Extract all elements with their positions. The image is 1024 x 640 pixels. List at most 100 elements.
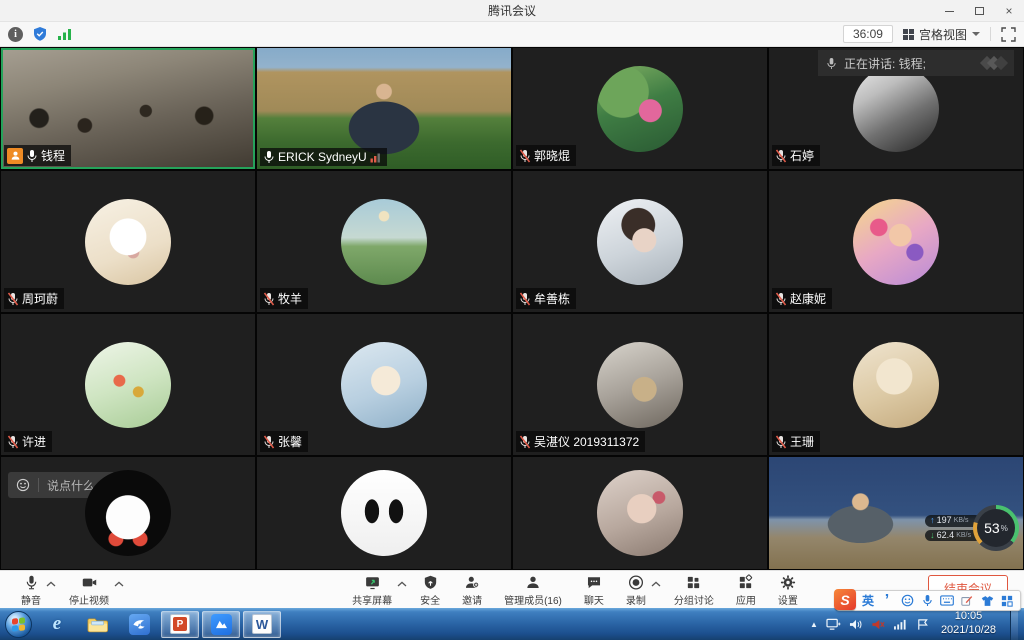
participant-tile[interactable]: 郭晓焜 xyxy=(512,47,768,170)
speaker-mic-icon xyxy=(826,57,837,70)
breakout-rooms-label: 分组讨论 xyxy=(674,592,714,607)
tencent-meeting-icon xyxy=(211,614,232,635)
punctuation-icon[interactable]: ’ xyxy=(880,592,894,610)
participant-name-label: 钱程 xyxy=(4,145,71,166)
emoji-icon[interactable] xyxy=(900,594,914,607)
participant-avatar xyxy=(853,66,939,152)
close-button[interactable]: × xyxy=(994,0,1024,22)
participant-tile[interactable]: ↑197KB/s↓62.4KB/s53% xyxy=(768,456,1024,570)
toolbar-center-group: 共享屏幕 安全 邀请 xyxy=(341,572,809,608)
participant-name: 郭晓焜 xyxy=(534,147,570,164)
layout-view-button[interactable]: 宫格视图 xyxy=(903,26,980,43)
mute-button[interactable]: 静音 xyxy=(10,572,52,608)
participant-avatar xyxy=(85,342,171,428)
participant-name: 吴湛仪 2019311372 xyxy=(534,433,639,450)
sogou-logo-icon[interactable]: S xyxy=(834,589,856,610)
start-button[interactable] xyxy=(5,611,32,638)
participant-tile[interactable]: 王珊 xyxy=(768,313,1024,456)
soft-keyboard-icon[interactable] xyxy=(940,595,954,606)
mute-label: 静音 xyxy=(21,592,41,607)
invite-button[interactable]: 邀请 xyxy=(451,572,493,608)
show-desktop-button[interactable] xyxy=(1010,608,1018,640)
toolbox-grid-icon[interactable] xyxy=(1000,595,1014,607)
participant-name-label: ERICK SydneyU xyxy=(260,148,387,166)
apps-button[interactable]: 应用 xyxy=(725,572,767,608)
action-center-flag-icon[interactable] xyxy=(916,618,929,631)
stop-video-button[interactable]: 停止视频 xyxy=(58,572,120,608)
participant-tile[interactable]: 赵康妮 xyxy=(768,170,1024,313)
participant-tile[interactable]: 钱程 xyxy=(0,47,256,170)
volume-icon[interactable] xyxy=(849,618,863,631)
taskbar-apps: e P W xyxy=(38,611,281,638)
active-speaker-banner: 正在讲话: 钱程; xyxy=(818,50,1014,76)
manage-members-button[interactable]: 管理成员(16) xyxy=(493,572,573,608)
participant-tile[interactable]: 吴湛仪 2019311372 xyxy=(512,313,768,456)
taskbar-powerpoint-button[interactable]: P xyxy=(161,611,199,638)
taskbar-explorer-button[interactable] xyxy=(79,611,117,638)
clock-date: 2021/10/28 xyxy=(941,624,996,638)
share-screen-button[interactable]: 共享屏幕 xyxy=(341,572,403,608)
toolbar-left-group: 静音 停止视频 xyxy=(10,572,126,608)
monitor-icon[interactable] xyxy=(826,618,841,631)
windows-taskbar: e P W xyxy=(0,608,1024,640)
participant-tile[interactable]: ERICK SydneyU xyxy=(256,47,512,170)
chat-button[interactable]: 聊天 xyxy=(573,572,615,608)
participant-tile[interactable] xyxy=(256,456,512,570)
system-tray: ▲ 10:05 2021/10/28 xyxy=(810,608,1022,640)
voice-input-icon[interactable] xyxy=(920,594,934,607)
maximize-button[interactable] xyxy=(964,0,994,22)
info-icon[interactable]: i xyxy=(8,27,23,42)
taskbar-tencent-meeting-button[interactable] xyxy=(202,611,240,638)
participant-name-label: 石婷 xyxy=(772,145,820,166)
participant-name: 赵康妮 xyxy=(790,290,826,307)
active-speaker-text: 正在讲话: 钱程; xyxy=(844,55,926,72)
share-screen-label: 共享屏幕 xyxy=(352,592,392,607)
window-title: 腾讯会议 xyxy=(488,2,536,19)
mic-muted-icon xyxy=(7,292,19,306)
emoji-smiley-icon xyxy=(16,478,30,492)
participant-name-label: 周珂蔚 xyxy=(4,288,64,309)
handwriting-icon[interactable] xyxy=(960,595,974,607)
settings-button[interactable]: 设置 xyxy=(767,572,809,608)
meeting-timer: 36:09 xyxy=(843,25,893,43)
skin-shirt-icon[interactable] xyxy=(980,595,994,607)
fullscreen-icon[interactable] xyxy=(1001,27,1016,42)
participant-tile[interactable]: 张馨 xyxy=(256,313,512,456)
hidden-icons-arrow[interactable]: ▲ xyxy=(810,620,818,629)
participant-tile[interactable]: 周珂蔚 xyxy=(0,170,256,313)
participant-avatar xyxy=(597,470,683,556)
participant-tile[interactable]: 许进 xyxy=(0,313,256,456)
settings-label: 设置 xyxy=(778,592,798,607)
participant-tile[interactable]: 牧羊 xyxy=(256,170,512,313)
participant-tile[interactable]: 牟善栋 xyxy=(512,170,768,313)
alert-volume-icon[interactable] xyxy=(871,618,885,631)
breakout-grid-icon xyxy=(685,574,702,591)
participant-avatar xyxy=(597,342,683,428)
minimize-icon xyxy=(945,11,954,12)
network-quality-icon[interactable] xyxy=(57,27,73,41)
taskbar-word-button[interactable]: W xyxy=(243,611,281,638)
manage-members-label: 管理成员(16) xyxy=(504,592,562,607)
participant-tile[interactable] xyxy=(512,456,768,570)
security-label: 安全 xyxy=(420,592,440,607)
participant-avatar xyxy=(85,199,171,285)
taskbar-clock[interactable]: 10:05 2021/10/28 xyxy=(941,610,996,638)
record-button[interactable]: 录制 xyxy=(615,572,657,608)
invite-label: 邀请 xyxy=(462,592,482,607)
tencent-meeting-window: 腾讯会议 × i 36:09 宫格视图 xyxy=(0,0,1024,640)
meeting-watermark-logo xyxy=(985,58,1006,68)
network-signal-icon[interactable] xyxy=(893,618,908,630)
minimize-button[interactable] xyxy=(934,0,964,22)
participant-name: 牧羊 xyxy=(278,290,302,307)
security-button[interactable]: 安全 xyxy=(409,572,451,608)
signal-warning-icon xyxy=(370,152,381,163)
mic-muted-icon xyxy=(519,149,531,163)
taskbar-thunder-button[interactable] xyxy=(120,611,158,638)
ime-mode-label[interactable]: 英 xyxy=(862,592,874,609)
participant-avatar xyxy=(597,199,683,285)
breakout-rooms-button[interactable]: 分组讨论 xyxy=(663,572,725,608)
protection-shield-icon[interactable] xyxy=(32,26,48,42)
taskbar-ie-button[interactable]: e xyxy=(38,611,76,638)
chat-label: 聊天 xyxy=(584,592,604,607)
participant-tile[interactable]: 说点什么... xyxy=(0,456,256,570)
